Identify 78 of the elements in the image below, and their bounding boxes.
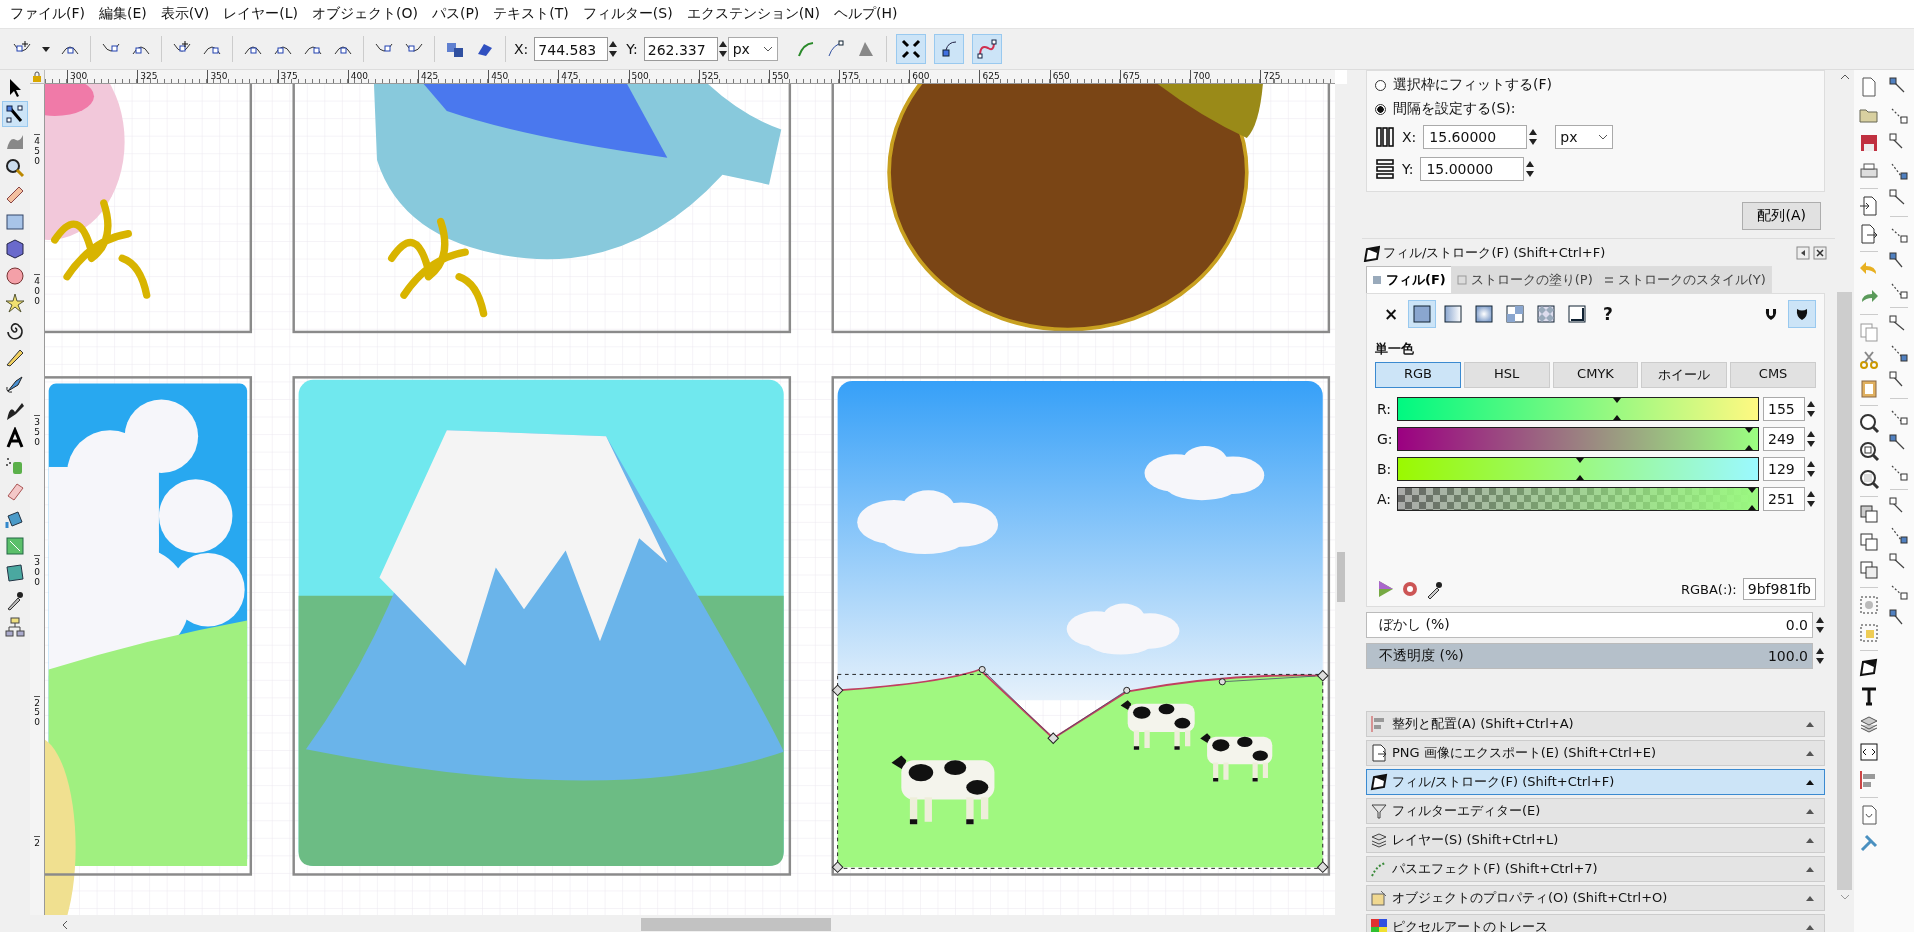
ruler-label: 375 xyxy=(277,70,348,83)
paint-type-button[interactable]: × xyxy=(1377,300,1405,328)
dock-panel-tab[interactable]: オブジェクトのプロパティ(O) (Shift+Ctrl+O) xyxy=(1366,885,1825,911)
color-mode-tab[interactable]: CMS xyxy=(1730,362,1816,388)
paint-type-button[interactable]: ? xyxy=(1594,300,1622,328)
tab[interactable]: ストロークの塗り(P) xyxy=(1450,266,1599,293)
menu-item[interactable]: ファイル(F) xyxy=(4,3,91,25)
ruler-label: 700 xyxy=(1190,70,1261,83)
ruler-label: 500 xyxy=(628,70,699,83)
menu-item[interactable]: フィルター(S) xyxy=(576,3,679,25)
channel-value-field[interactable]: 129 xyxy=(1763,457,1805,481)
color-mode-tab[interactable]: HSL xyxy=(1463,362,1550,388)
channel-label: B: xyxy=(1377,461,1393,477)
ruler-label: 475 xyxy=(558,70,629,83)
dock-panel-tab[interactable]: フィルターエディター(E) xyxy=(1366,798,1825,824)
y-field[interactable]: 262.337 xyxy=(643,37,718,61)
ruler-label: 325 xyxy=(137,70,208,83)
ruler-label: 300 xyxy=(67,70,138,83)
color-mode-tab[interactable]: ホイール xyxy=(1641,362,1728,388)
menu-item[interactable]: レイヤー(L) xyxy=(217,3,304,25)
menu-item[interactable]: エクステンション(N) xyxy=(680,3,827,25)
ruler-label: 725 xyxy=(1260,70,1331,83)
ruler-label: 450 xyxy=(34,134,40,275)
ruler-label: 300 xyxy=(34,555,40,696)
ruler-label: 250 xyxy=(34,695,40,836)
dock-panel-tab[interactable]: ピクセルアートのトレース xyxy=(1366,914,1825,932)
channel-value-field[interactable]: 251 xyxy=(1763,487,1805,511)
menu-item[interactable]: 編集(E) xyxy=(93,3,153,25)
tab[interactable]: フィル(F) xyxy=(1366,266,1452,293)
dock-panel-tab[interactable]: フィル/ストローク(F) (Shift+Ctrl+F) xyxy=(1366,769,1825,795)
color-mode-tab[interactable]: RGB xyxy=(1375,362,1461,388)
ruler-label: 575 xyxy=(839,70,910,83)
panel-title: フィル/ストローク(F) (Shift+Ctrl+F) xyxy=(1383,244,1607,262)
ruler-label: 350 xyxy=(34,414,40,556)
channel-value-field[interactable]: 249 xyxy=(1763,427,1805,451)
dock-panel-tab[interactable]: 整列と配置(A) (Shift+Ctrl+A) xyxy=(1366,711,1825,737)
menu-item[interactable]: オブジェクト(O) xyxy=(306,3,424,25)
ruler-label: 350 xyxy=(207,70,278,83)
menu-item[interactable]: パス(P) xyxy=(425,3,486,25)
channel-label: G: xyxy=(1377,431,1393,447)
opacity-slider[interactable]: 不透明度 (%) 100.0 xyxy=(1366,643,1813,669)
ruler-label: 625 xyxy=(979,70,1050,83)
dock-panel-tab[interactable]: パスエフェクト(F) (Shift+Ctrl+7) xyxy=(1366,856,1825,882)
channel-value-field[interactable]: 155 xyxy=(1763,397,1805,421)
unit-dropdown[interactable]: px xyxy=(727,37,778,61)
channel-label: A: xyxy=(1377,491,1393,507)
channel-label: R: xyxy=(1377,401,1392,417)
rgba-field[interactable]: 9bf981fb xyxy=(1742,578,1816,600)
unit-dropdown[interactable]: px xyxy=(1555,125,1614,149)
ruler-label: 600 xyxy=(909,70,980,83)
section-heading: 単一色 xyxy=(1374,340,1415,358)
x-label: X: xyxy=(1402,129,1417,145)
y-label: Y: xyxy=(1402,161,1414,177)
y-label: Y: xyxy=(626,41,638,57)
ruler-label: 550 xyxy=(768,70,840,83)
radio-label: 間隔を設定する(S): xyxy=(1393,100,1516,118)
radio-label: 選択枠にフィットする(F) xyxy=(1393,76,1552,94)
spacing-y-field[interactable]: 15.00000 xyxy=(1420,157,1525,181)
menu-item[interactable]: 表示(V) xyxy=(154,3,216,25)
ruler-label: 525 xyxy=(698,70,769,83)
ruler-label: 400 xyxy=(34,274,40,415)
color-mode-tab[interactable]: CMYK xyxy=(1552,362,1639,388)
dock-panel-tab[interactable]: レイヤー(S) (Shift+Ctrl+L) xyxy=(1366,827,1825,853)
ruler-label: 400 xyxy=(347,70,418,83)
x-field[interactable]: 744.583 xyxy=(534,37,609,61)
ruler-label: 650 xyxy=(1049,70,1120,83)
menu-item[interactable]: テキスト(T) xyxy=(487,3,575,25)
x-label: X: xyxy=(514,41,529,57)
arrange-button[interactable]: 配列(A) xyxy=(1742,202,1821,230)
tab[interactable]: ストロークのスタイル(Y) xyxy=(1597,266,1772,293)
spacing-x-field[interactable]: 15.60000 xyxy=(1423,125,1528,149)
ruler-label: 675 xyxy=(1119,70,1190,83)
ruler-label: 450 xyxy=(488,70,559,83)
blur-slider[interactable]: ぼかし (%) 0.0 xyxy=(1366,612,1813,638)
rgba-label: RGBA(:): xyxy=(1680,581,1737,597)
dock-panel-tab[interactable]: PNG 画像にエクスポート(E) (Shift+Ctrl+E) xyxy=(1366,740,1825,766)
menu-item[interactable]: ヘルプ(H) xyxy=(828,3,904,25)
ruler-label: 425 xyxy=(417,70,489,83)
